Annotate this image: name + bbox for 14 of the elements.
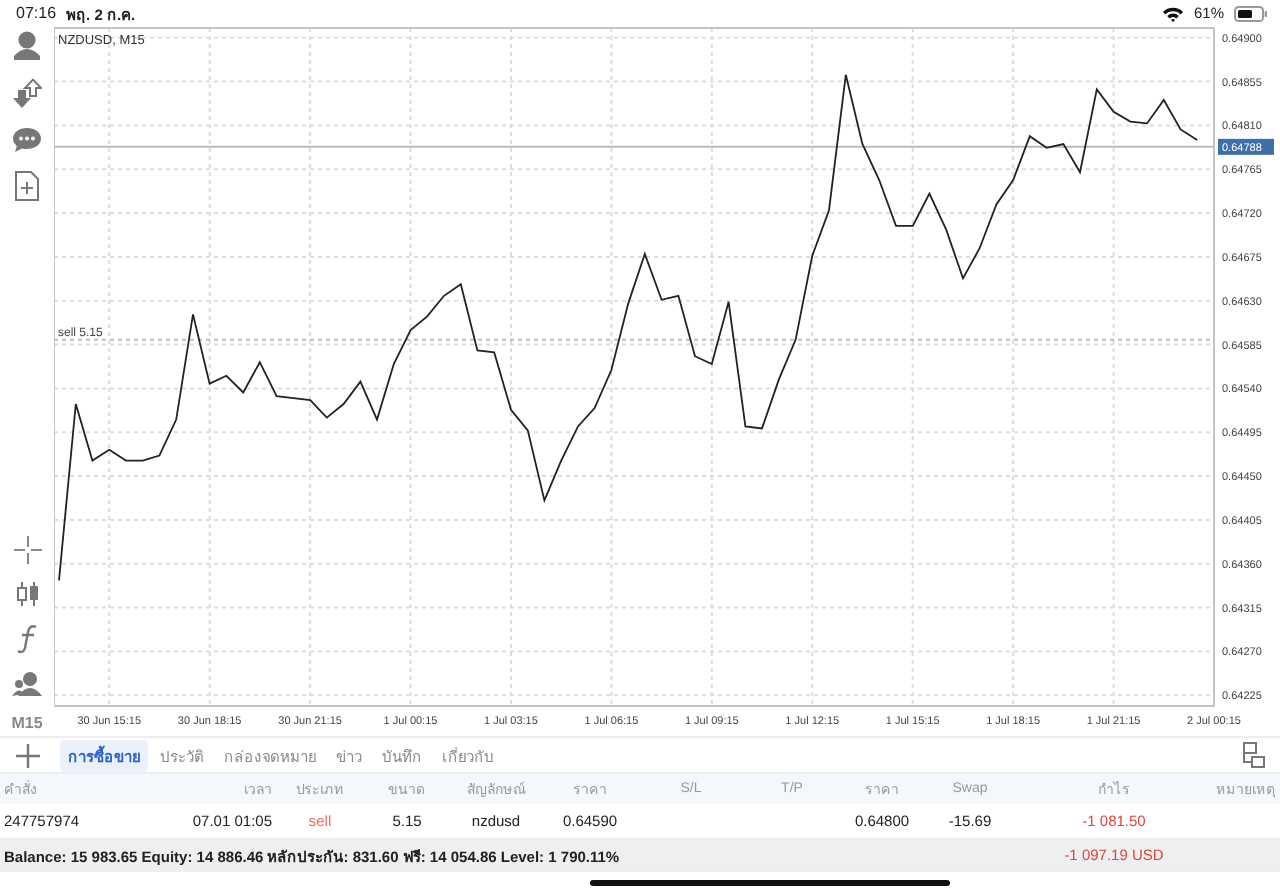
timeframe-button[interactable]: M15 xyxy=(11,714,43,732)
battery-icon xyxy=(1234,5,1268,21)
account-icon[interactable] xyxy=(12,30,42,62)
crosshair-icon[interactable] xyxy=(13,536,41,564)
people-icon[interactable] xyxy=(12,670,42,698)
function-icon[interactable] xyxy=(15,624,39,654)
clock-time: 07:16 xyxy=(16,4,57,22)
add-document-icon[interactable] xyxy=(14,170,40,202)
layout-icon[interactable] xyxy=(1242,742,1266,768)
transfer-arrows-icon[interactable] xyxy=(12,78,42,110)
add-icon[interactable] xyxy=(16,743,40,767)
candlestick-icon[interactable] xyxy=(13,580,41,608)
wifi-icon xyxy=(1161,5,1184,21)
chat-icon[interactable] xyxy=(12,126,42,154)
